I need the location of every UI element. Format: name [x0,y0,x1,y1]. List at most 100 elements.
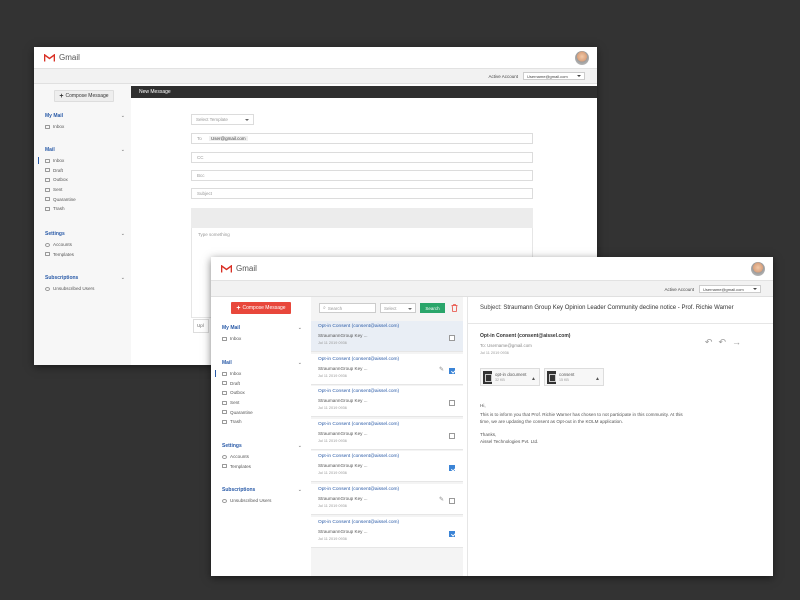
list-item-sender: Opt-in Consent (consent@aissel.com) [318,356,400,362]
message-date: Jul 11 2019 0936 [480,351,509,355]
new-message-header: New Message [131,86,597,98]
list-item-date: Jul 11 2019 0936 [318,438,347,443]
reply-icon[interactable]: ↶ [705,337,713,348]
draft-icon [45,168,50,173]
subject-field[interactable]: Subject [191,188,533,199]
user-icon [222,454,227,459]
top-bar: Gmail [211,257,773,281]
chevron-down-icon: ⌄ [297,360,302,366]
cc-field[interactable]: CC [191,152,533,163]
sidebar-item-quarantine[interactable]: Quarantine [45,194,125,204]
sidebar-item-my-inbox[interactable]: Inbox [222,334,302,344]
upload-button[interactable]: Upl [193,319,209,333]
list-item-subject: StraumannGroup Key ... [318,398,368,404]
select-checkbox[interactable] [449,465,455,472]
delete-icon[interactable] [451,304,458,312]
my-mail-section: My Mail ⌄ Inbox [222,325,302,344]
sidebar-item-inbox[interactable]: Inbox [38,156,125,166]
sidebar-item-quarantine[interactable]: Quarantine [222,407,302,417]
sidebar-item-templates[interactable]: Templates [45,250,125,260]
sidebar-item-draft[interactable]: Draft [222,379,302,389]
avatar[interactable] [575,51,589,65]
my-mail-header[interactable]: My Mail ⌄ [222,325,302,331]
chevron-down-icon: ⌄ [297,325,302,331]
select-checkbox[interactable] [449,400,455,407]
download-icon[interactable]: ▲ [595,376,600,382]
subscriptions-header[interactable]: Subscriptions ⌄ [45,275,125,281]
list-item[interactable]: Opt-in Consent (consent@aissel.com) Strau… [311,418,463,450]
select-checkbox[interactable] [449,432,455,439]
subscriptions-section: Subscriptions ⌄ Unsubscribed Users [45,275,125,294]
sidebar-item-unsubscribed[interactable]: Unsubscribed Users [222,496,302,506]
bcc-field[interactable]: Bcc [191,170,533,181]
sidebar-item-inbox[interactable]: Inbox [215,369,302,379]
subscriptions-section: Subscriptions ⌄ Unsubscribed Users [222,487,302,506]
template-icon [222,464,227,469]
select-checkbox[interactable] [449,530,455,537]
sidebar-item-unsubscribed[interactable]: Unsubscribed Users [45,284,125,294]
sidebar-item-outbox[interactable]: Outbox [222,388,302,398]
forward-icon[interactable]: → [732,337,741,348]
download-icon[interactable]: ▲ [531,376,536,382]
compose-button[interactable]: + Compose Message [54,90,114,102]
trash-icon [45,206,50,211]
sidebar-item-outbox[interactable]: Outbox [45,175,125,185]
document-icon [547,370,556,384]
attachment-icon: ✎ [438,497,444,503]
search-input[interactable]: ⌕ Search [319,303,376,313]
divider [468,323,773,324]
attachment-card[interactable]: opt-in document 32 KB ▲ [480,368,540,386]
list-item[interactable]: Opt-in Consent (consent@aissel.com) Strau… [311,321,463,352]
filter-select[interactable]: Select [380,303,416,313]
mail-header[interactable]: Mail ⌄ [222,360,302,366]
sidebar-item-draft[interactable]: Draft [45,166,125,176]
inbox-icon [222,371,227,376]
sidebar-item-accounts[interactable]: Accounts [45,240,125,250]
list-item-sender: Opt-in Consent (consent@aissel.com) [318,454,400,460]
inbox-icon [45,124,50,129]
to-field[interactable]: To User@gmail.com [191,133,533,144]
list-item[interactable]: Opt-in Consent (consent@aissel.com) Strau… [311,484,463,515]
account-select[interactable]: Username@gmail.com [699,285,761,293]
select-checkbox[interactable] [449,367,455,374]
account-select[interactable]: Username@gmail.com [523,72,585,80]
sidebar-item-templates[interactable]: Templates [222,462,302,472]
my-mail-header[interactable]: My Mail ⌄ [45,113,125,119]
compose-label: Compose Message [242,305,286,311]
chevron-down-icon: ⌄ [120,113,125,119]
sidebar-item-trash[interactable]: Trash [222,417,302,427]
sidebar-item-accounts[interactable]: Accounts [222,452,302,462]
select-checkbox[interactable] [449,335,455,341]
message-actions: ↶ ↶ → [705,337,741,348]
sent-icon [45,187,50,192]
sidebar-item-sent[interactable]: Sent [45,185,125,195]
select-checkbox[interactable] [449,498,455,504]
settings-header[interactable]: Settings ⌄ [45,231,125,237]
mail-header[interactable]: Mail ⌄ [45,147,125,153]
list-item[interactable]: Opt-in Consent (consent@aissel.com) Strau… [311,353,463,385]
subscriptions-header[interactable]: Subscriptions ⌄ [222,487,302,493]
reply-all-icon[interactable]: ↶ [718,337,726,348]
editor-toolbar[interactable] [191,208,533,228]
chevron-down-icon: ⌄ [120,147,125,153]
list-item[interactable]: Opt-in Consent (consent@aissel.com) Strau… [311,516,463,548]
sidebar-item-trash[interactable]: Trash [45,204,125,214]
chevron-down-icon: ⌄ [120,231,125,237]
settings-section: Settings ⌄ Accounts Templates [222,443,302,471]
list-item[interactable]: Opt-in Consent (consent@aissel.com) Strau… [311,386,463,418]
plus-icon: + [236,304,241,312]
sidebar-item-my-inbox[interactable]: Inbox [45,122,125,132]
search-button[interactable]: Search [420,303,445,313]
gmail-logo[interactable]: Gmail [221,264,257,273]
list-item-sender: Opt-in Consent (consent@aissel.com) [318,421,400,427]
avatar[interactable] [751,262,765,276]
sidebar-item-sent[interactable]: Sent [222,398,302,408]
list-item-sender: Opt-in Consent (consent@aissel.com) [318,487,400,492]
attachment-card[interactable]: consent 15 KB ▲ [544,368,604,386]
template-select[interactable]: Select Template [191,114,254,125]
search-icon: ⌕ [323,305,326,311]
list-item[interactable]: Opt-in Consent (consent@aissel.com) Strau… [311,451,463,483]
compose-button[interactable]: + Compose Message [231,302,291,314]
gmail-logo[interactable]: Gmail [44,53,80,62]
settings-header[interactable]: Settings ⌄ [222,443,302,449]
